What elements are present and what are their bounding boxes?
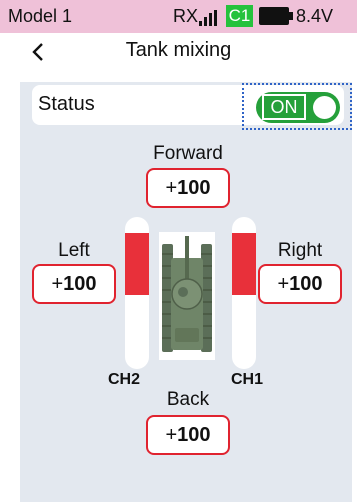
back-value: 100 — [177, 424, 211, 446]
right-sign: + — [277, 273, 290, 295]
tank-preview — [159, 232, 215, 360]
right-value: 100 — [289, 273, 323, 295]
right-value-box[interactable]: +100 — [258, 264, 342, 304]
status-bar: Model 1 RX C1 8.4V — [0, 0, 357, 33]
channel-badge: C1 — [226, 5, 253, 27]
battery-voltage: 8.4V — [296, 6, 334, 26]
ch2-level-bar — [125, 217, 149, 369]
left-label: Left — [58, 240, 90, 261]
forward-value: 100 — [177, 177, 211, 199]
forward-sign: + — [165, 177, 178, 199]
page-title: Tank mixing — [125, 39, 232, 61]
status-toggle[interactable]: ON — [256, 92, 340, 123]
toggle-knob — [313, 96, 336, 119]
status-label: Status — [38, 93, 95, 115]
toggle-on-text: ON — [262, 94, 306, 120]
back-sign: + — [165, 424, 178, 446]
right-label: Right — [277, 240, 323, 261]
forward-value-box[interactable]: +100 — [146, 168, 230, 208]
rx-label: RX — [173, 6, 199, 26]
forward-label: Forward — [153, 143, 223, 164]
left-value: 100 — [63, 273, 97, 295]
back-value-box[interactable]: +100 — [146, 415, 230, 455]
left-sign: + — [51, 273, 64, 295]
ch2-level-fill — [125, 233, 149, 295]
ch1-label: CH1 — [231, 371, 264, 388]
model-name: Model 1 — [8, 6, 73, 26]
ch1-level-bar — [232, 217, 256, 369]
signal-bars-icon — [199, 10, 223, 26]
ch2-label: CH2 — [108, 371, 141, 388]
ch1-level-fill — [232, 233, 256, 295]
back-label: Back — [166, 389, 210, 410]
tank-icon — [162, 236, 212, 352]
header: Tank mixing — [0, 33, 357, 71]
left-value-box[interactable]: +100 — [32, 264, 116, 304]
status-toggle-focus[interactable]: ON — [242, 83, 352, 130]
battery-full-icon — [259, 7, 293, 25]
